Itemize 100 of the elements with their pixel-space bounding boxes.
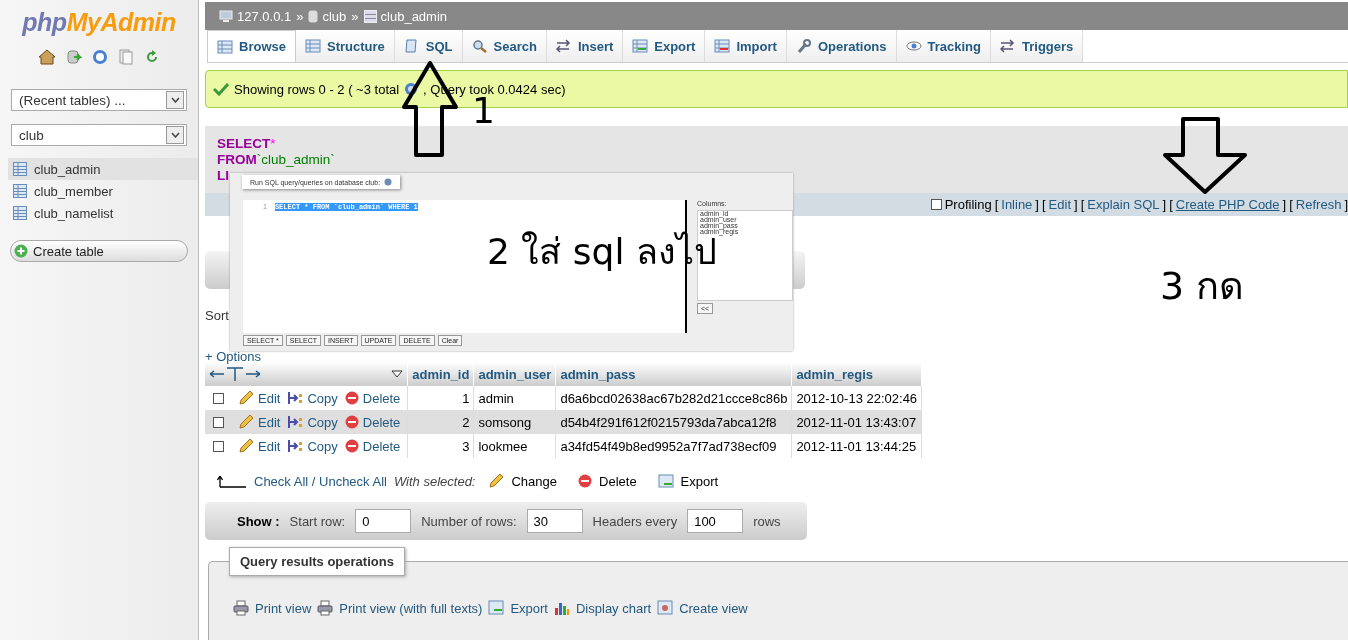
- bracket: [: [1169, 197, 1173, 212]
- export-icon: [488, 600, 505, 616]
- show-label: Show :: [237, 513, 280, 529]
- table-cell: somsong: [473, 410, 556, 434]
- create-table-button[interactable]: Create table: [10, 240, 188, 262]
- printer-icon: [317, 600, 334, 616]
- table-list-item[interactable]: club_admin: [8, 158, 198, 180]
- table-cell: 2012-11-01 13:44:25: [791, 434, 922, 458]
- bulk-action-link[interactable]: Change: [511, 473, 558, 489]
- delete-link[interactable]: Delete: [362, 414, 401, 430]
- bulk-action-link[interactable]: Export: [680, 473, 719, 489]
- row-checkbox[interactable]: [213, 392, 224, 404]
- check-icon: [213, 82, 229, 96]
- arrows-icon: [1000, 39, 1016, 53]
- start-row-field[interactable]: 0: [355, 509, 412, 533]
- operation-link[interactable]: Create view: [679, 600, 748, 616]
- tab[interactable]: Triggers: [991, 30, 1084, 62]
- bracket: ]: [1035, 197, 1039, 212]
- row-checkbox[interactable]: [213, 440, 224, 452]
- operation-link[interactable]: Print view (with full texts): [339, 600, 483, 616]
- breadcrumb-link[interactable]: 127.0.0.1: [237, 8, 292, 24]
- table-list-item[interactable]: club_namelist: [8, 202, 198, 224]
- copy-link[interactable]: Copy: [307, 390, 338, 406]
- table-cell: lookmee: [473, 434, 556, 458]
- delete-link[interactable]: Delete: [362, 438, 401, 454]
- row-checkbox[interactable]: [213, 416, 224, 428]
- sql-action-link[interactable]: Edit: [1048, 197, 1071, 212]
- edit-link[interactable]: Edit: [258, 390, 281, 406]
- home-icon[interactable]: [38, 49, 56, 65]
- edit-link[interactable]: Edit: [258, 414, 281, 430]
- tab[interactable]: SQL: [394, 30, 463, 62]
- tab[interactable]: Browse: [207, 30, 296, 62]
- sql-action-link[interactable]: Create PHP Code: [1175, 197, 1280, 212]
- bracket: ]: [1282, 197, 1287, 212]
- sql-action-link[interactable]: Refresh: [1295, 197, 1342, 212]
- bracket: ]: [1074, 197, 1078, 212]
- table-cell: 2: [407, 410, 474, 434]
- logo[interactable]: phpMyAdmin: [22, 8, 176, 37]
- breadcrumb-separator: »: [351, 8, 359, 24]
- table-icon: [363, 9, 377, 23]
- export-icon: [632, 39, 649, 53]
- dropdown-triangle-icon[interactable]: [391, 370, 404, 378]
- bracket: [: [1041, 197, 1046, 212]
- copy-link[interactable]: Copy: [307, 438, 338, 454]
- breadcrumb-link[interactable]: club: [322, 8, 347, 24]
- operation-link[interactable]: Export: [510, 600, 548, 616]
- table-icon: [13, 162, 27, 176]
- check-all-link[interactable]: Check All / Uncheck All: [254, 473, 387, 489]
- with-selected-label: With selected:: [393, 473, 476, 489]
- import-icon: [714, 39, 731, 53]
- tab[interactable]: Structure: [295, 30, 395, 62]
- column-resize-icon[interactable]: [209, 366, 261, 382]
- database-icon[interactable]: [66, 49, 82, 65]
- reload-icon[interactable]: [144, 49, 160, 65]
- database-dropdown[interactable]: club: [11, 124, 187, 146]
- copy-link[interactable]: Copy: [307, 414, 338, 430]
- plus-icon: [14, 244, 28, 258]
- table-list-item[interactable]: club_member: [8, 180, 198, 202]
- column-header[interactable]: admin_pass: [555, 362, 792, 386]
- bar-chart-icon: [554, 600, 570, 616]
- column-header[interactable]: admin_user: [473, 362, 556, 386]
- number-of-rows-field[interactable]: 30: [526, 509, 583, 533]
- view-icon: [657, 600, 674, 616]
- tab[interactable]: Insert: [546, 30, 624, 62]
- tab[interactable]: Operations: [786, 30, 897, 62]
- pencil-icon: [238, 438, 254, 454]
- sort-label: Sort: [205, 308, 229, 323]
- table-cell: d54b4f291f612f0215793da7abca12f8: [555, 410, 792, 434]
- rows-label: rows: [753, 513, 781, 529]
- breadcrumb-link[interactable]: club_admin: [380, 8, 448, 24]
- search-icon: [471, 39, 488, 53]
- sql-line: FROM`club_admin`: [217, 152, 335, 168]
- database-icon: [308, 9, 319, 23]
- delete-icon: [344, 391, 359, 405]
- bracket: ]: [1162, 197, 1167, 212]
- settings-icon[interactable]: [384, 178, 393, 186]
- operation-link[interactable]: Display chart: [576, 600, 652, 616]
- copy-icon: [287, 438, 304, 454]
- table-cell: 3: [407, 434, 474, 458]
- sql-action-link[interactable]: Explain SQL: [1087, 197, 1160, 212]
- recent-tables-dropdown[interactable]: (Recent tables) ...: [11, 89, 187, 111]
- headers-every-field[interactable]: 100: [687, 509, 744, 533]
- options-link[interactable]: + Options: [205, 349, 261, 364]
- sql-action-link[interactable]: Inline: [1001, 197, 1033, 212]
- help-icon[interactable]: [404, 82, 419, 96]
- eye-icon: [905, 39, 922, 53]
- tab[interactable]: Search: [462, 30, 547, 62]
- tab[interactable]: Export: [623, 30, 706, 62]
- document-icon: [403, 39, 420, 53]
- delete-link[interactable]: Delete: [362, 390, 401, 406]
- operation-link[interactable]: Print view: [255, 600, 312, 616]
- tab[interactable]: Import: [705, 30, 787, 62]
- tab[interactable]: Tracking: [896, 30, 991, 62]
- column-header[interactable]: admin_regis: [791, 362, 922, 386]
- edit-link[interactable]: Edit: [258, 438, 281, 454]
- profiling-checkbox[interactable]: [930, 199, 942, 210]
- panel-legend: Query results operations: [229, 547, 405, 576]
- bracket: ]: [1344, 197, 1348, 212]
- bulk-action-link[interactable]: Delete: [599, 473, 637, 489]
- column-header[interactable]: admin_id: [407, 362, 474, 386]
